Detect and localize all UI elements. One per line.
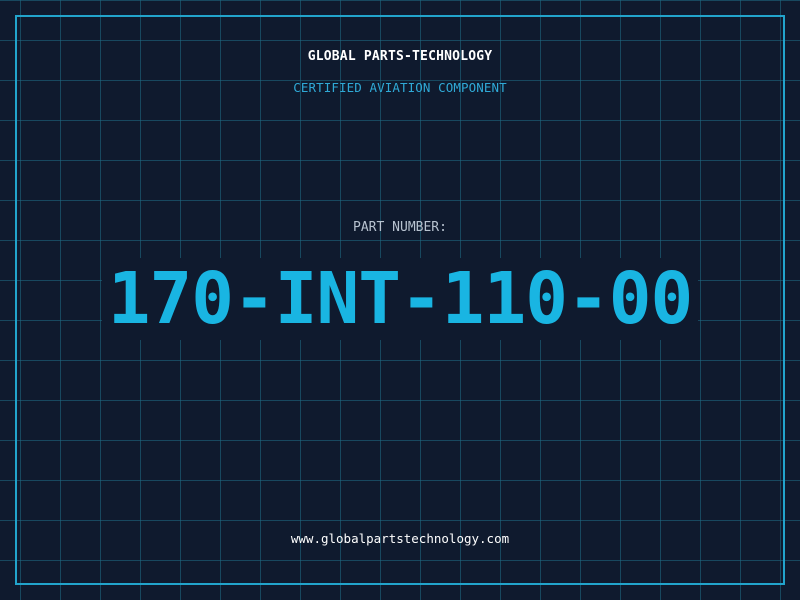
part-card: GLOBAL PARTS-TECHNOLOGY CERTIFIED AVIATI… (0, 0, 800, 600)
company-name: GLOBAL PARTS-TECHNOLOGY (307, 49, 493, 64)
part-number-container: 170-INT-110-00 (0, 258, 800, 340)
website-url: www.globalpartstechnology.com (290, 531, 510, 546)
component-subtitle: CERTIFIED AVIATION COMPONENT (293, 80, 507, 95)
part-number-label: PART NUMBER: (353, 220, 447, 235)
part-number: 170-INT-110-00 (101, 258, 699, 340)
